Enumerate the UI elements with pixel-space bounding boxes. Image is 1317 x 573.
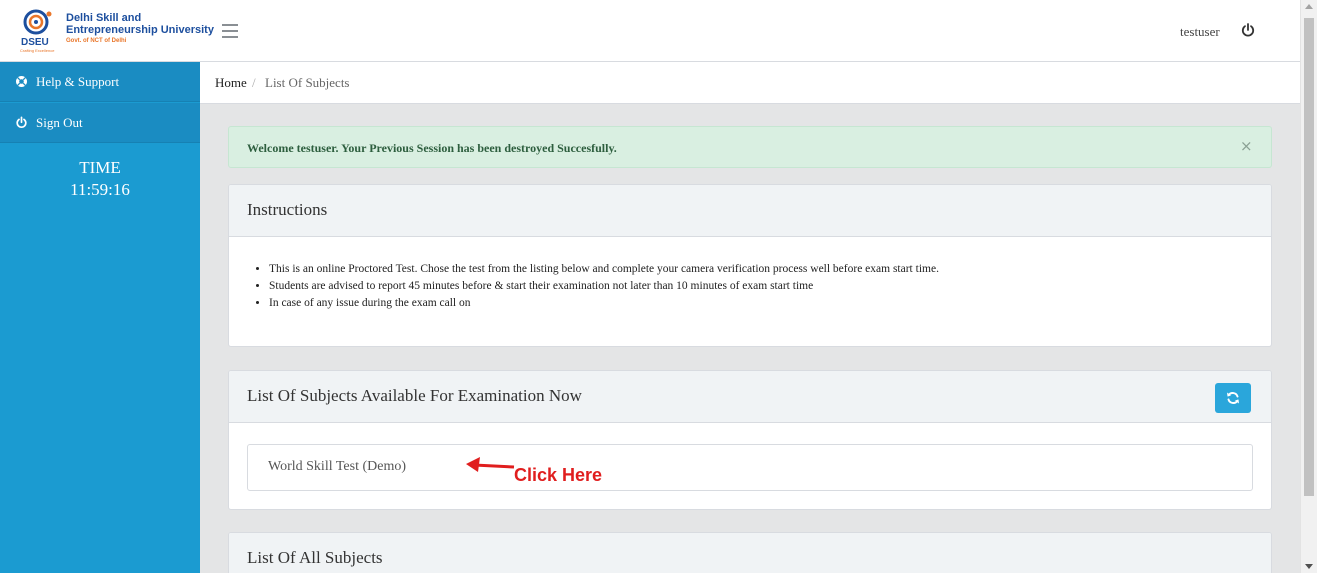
- logout-power-icon[interactable]: [1240, 22, 1256, 38]
- logo-government: Govt. of NCT of Delhi: [66, 38, 127, 44]
- power-icon: [16, 116, 27, 128]
- sidebar-item-sign-out[interactable]: Sign Out: [0, 103, 200, 143]
- top-header: DSEU Crafting Excellence Delhi Skill and…: [0, 0, 1300, 62]
- breadcrumb-separator: /: [252, 75, 256, 90]
- all-subjects-card: List Of All Subjects: [228, 532, 1272, 573]
- breadcrumb-home-link[interactable]: Home: [215, 75, 247, 91]
- sidebar-item-help-support[interactable]: Help & Support: [0, 62, 200, 102]
- hamburger-icon: [222, 24, 238, 26]
- sidebar: Help & Support Sign Out TIME 11:59:16: [0, 62, 200, 573]
- subject-name[interactable]: World Skill Test (Demo): [268, 459, 406, 475]
- instructions-card: Instructions This is an online Proctored…: [228, 184, 1272, 347]
- breadcrumb-current: List Of Subjects: [265, 75, 350, 90]
- logo-title: Delhi Skill and Entrepreneurship Univers…: [66, 12, 214, 36]
- university-logo[interactable]: DSEU Crafting Excellence Delhi Skill and…: [18, 8, 214, 54]
- success-alert: Welcome testuser. Your Previous Session …: [228, 126, 1272, 168]
- logo-tagline: Crafting Excellence: [20, 48, 55, 53]
- username-label[interactable]: testuser: [1180, 24, 1220, 40]
- subject-item-world-skill-test[interactable]: World Skill Test (Demo) Click Here: [247, 444, 1253, 491]
- scroll-down-icon[interactable]: [1305, 564, 1313, 569]
- instructions-list: This is an online Proctored Test. Chose …: [269, 261, 939, 312]
- scroll-thumb[interactable]: [1304, 18, 1314, 496]
- timer-value: 11:59:16: [70, 180, 130, 199]
- scroll-up-icon[interactable]: [1305, 4, 1313, 9]
- page-scrollbar[interactable]: [1300, 0, 1317, 573]
- sidebar-item-label: Sign Out: [36, 115, 83, 130]
- refresh-icon: [1227, 392, 1239, 404]
- dseu-logo-icon: DSEU Crafting Excellence: [20, 9, 55, 53]
- logo-abbrev: DSEU: [21, 37, 49, 48]
- refresh-button[interactable]: [1215, 383, 1251, 413]
- red-arrow-icon: [466, 457, 515, 472]
- list-item: Students are advised to report 45 minute…: [269, 278, 939, 295]
- list-item: In case of any issue during the exam cal…: [269, 295, 939, 312]
- alert-message: Welcome testuser. Your Previous Session …: [247, 141, 617, 155]
- lifebuoy-icon: [16, 76, 27, 87]
- menu-toggle-button[interactable]: [222, 24, 238, 38]
- card-header: List Of All Subjects: [229, 533, 1271, 573]
- available-subjects-card: List Of Subjects Available For Examinati…: [228, 370, 1272, 510]
- all-subjects-title: List Of All Subjects: [247, 548, 383, 567]
- annotation-click-here: Click Here: [514, 465, 603, 485]
- card-header: Instructions: [229, 185, 1271, 237]
- instructions-title: Instructions: [247, 200, 328, 219]
- close-icon[interactable]: ×: [1240, 137, 1253, 155]
- sidebar-item-label: Help & Support: [36, 74, 120, 89]
- available-subjects-title: List Of Subjects Available For Examinati…: [247, 386, 582, 405]
- list-item: This is an online Proctored Test. Chose …: [269, 261, 939, 278]
- breadcrumb: Home / List Of Subjects: [200, 62, 1300, 104]
- timer-label: TIME: [79, 158, 121, 177]
- card-header: List Of Subjects Available For Examinati…: [229, 371, 1271, 423]
